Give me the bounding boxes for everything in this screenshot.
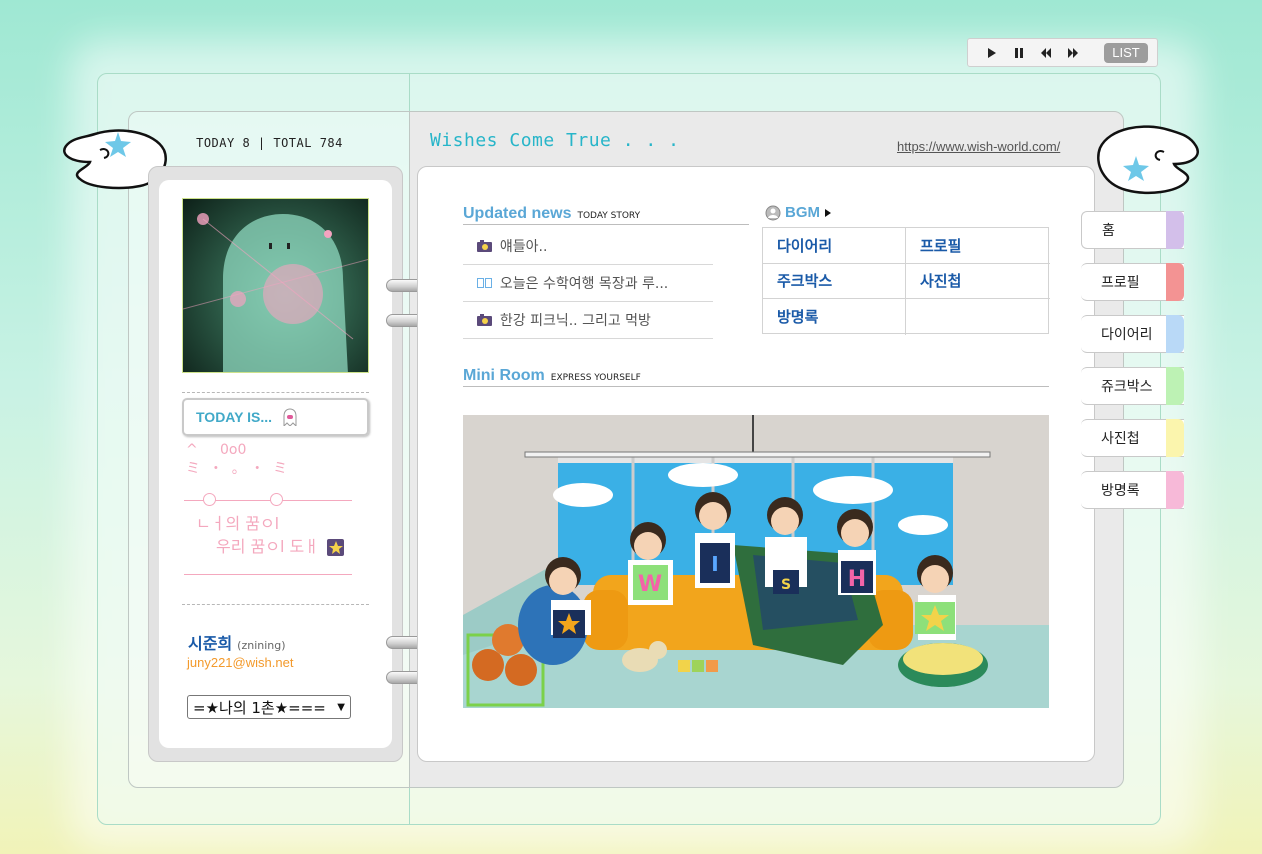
- next-button[interactable]: [1059, 43, 1086, 63]
- pause-icon: [1014, 47, 1023, 58]
- menu-profile[interactable]: 프로필: [906, 228, 1050, 264]
- play-button[interactable]: [978, 43, 1005, 63]
- tab-photo-album[interactable]: 사진첩: [1081, 419, 1184, 457]
- camera-icon: [477, 240, 492, 252]
- profile-message-line-2: 우리 꿈ㅇl 도ㅐ: [216, 537, 319, 556]
- menu-photo-album[interactable]: 사진첩: [906, 264, 1050, 300]
- updated-news-header: Updated news TODAY STORY: [463, 205, 749, 225]
- tab-diary[interactable]: 다이어리: [1081, 315, 1184, 353]
- homepage-title: Wishes Come True . . .: [430, 130, 680, 151]
- rewind-icon: [1040, 47, 1051, 58]
- tab-color-swatch: [1166, 315, 1184, 353]
- tab-diary-label: 다이어리: [1101, 327, 1153, 343]
- music-player: LIST: [967, 38, 1158, 67]
- tab-guestbook-label: 방명록: [1101, 483, 1140, 499]
- bgm-button[interactable]: BGM: [765, 204, 832, 221]
- camera-icon: [477, 314, 492, 326]
- menu-empty: [906, 299, 1050, 335]
- ghost-illustration: [183, 213, 368, 372]
- chevron-down-icon: ▼: [337, 701, 345, 713]
- profile-divider: [182, 392, 369, 393]
- news-item[interactable]: 얘들아..: [463, 228, 713, 265]
- ilchon-select[interactable]: =★나의 1촌★=== ▼: [187, 695, 351, 719]
- tab-profile[interactable]: 프로필: [1081, 263, 1184, 301]
- tab-jukebox-label: 쥬크박스: [1101, 379, 1153, 395]
- playlist-button[interactable]: LIST: [1104, 42, 1148, 63]
- character-4: S: [765, 497, 807, 594]
- menu-diary[interactable]: 다이어리: [763, 228, 906, 264]
- today-is-label: TODAY IS...: [196, 409, 272, 425]
- deco-circle: [203, 493, 216, 506]
- mini-room-title: Mini Room: [463, 367, 545, 384]
- fast-forward-icon: [1067, 47, 1078, 58]
- letter-w: W: [638, 572, 662, 597]
- bgm-disc-icon: [765, 205, 781, 220]
- character-5: H: [837, 509, 876, 595]
- menu-guestbook[interactable]: 방명록: [763, 299, 906, 335]
- visitor-counter: TODAY 8 | TOTAL 784: [196, 136, 343, 150]
- homepage-url[interactable]: https://www.wish-world.com/: [897, 139, 1060, 154]
- profile-divider: [182, 604, 369, 605]
- today-is-box: TODAY IS...: [182, 398, 369, 436]
- tab-color-swatch: [1166, 367, 1184, 405]
- menu-grid: 다이어리 프로필 주크박스 사진첩 방명록: [762, 227, 1050, 335]
- tab-color-swatch: [1166, 211, 1184, 249]
- updated-news-title: Updated news: [463, 205, 572, 222]
- deco-rule: [184, 574, 352, 575]
- tab-color-swatch: [1166, 419, 1184, 457]
- ilchon-select-value: =★나의 1촌★===: [193, 698, 326, 717]
- character-6: [915, 555, 956, 640]
- profile-message-line-1: ㄴㅓ의 꿈ㅇl: [196, 514, 280, 533]
- letter-i: I: [711, 552, 718, 576]
- tab-color-swatch: [1166, 471, 1184, 509]
- bgm-label: BGM: [785, 204, 820, 221]
- news-item-text: 오늘은 수학여행 목장과 루...: [499, 276, 669, 292]
- emoticon-line-1: ^ 0o0: [186, 442, 247, 458]
- news-item-text: 한강 피크닉.. 그리고 먹방: [499, 313, 651, 329]
- mini-room-image[interactable]: W I S H: [463, 415, 1049, 708]
- news-item-text: 얘들아..: [499, 239, 548, 255]
- tab-home[interactable]: 홈: [1081, 211, 1184, 249]
- profile-emoticon: ^ 0o0 ミ ・ 。 ・ ミ: [186, 441, 356, 479]
- owner-email[interactable]: juny221@wish.net: [187, 655, 293, 670]
- tab-profile-label: 프로필: [1101, 275, 1140, 291]
- mini-room-header: Mini Room EXPRESS YOURSELF: [463, 367, 1049, 387]
- mini-room-subtitle: EXPRESS YOURSELF: [550, 373, 641, 383]
- character-3: I: [695, 492, 735, 588]
- mini-room-illustration: W I S H: [463, 415, 1049, 708]
- book-icon: [477, 278, 492, 288]
- news-item[interactable]: 오늘은 수학여행 목장과 루...: [463, 265, 713, 302]
- tab-guestbook[interactable]: 방명록: [1081, 471, 1184, 509]
- owner-name[interactable]: 시준희: [188, 630, 232, 654]
- tab-jukebox[interactable]: 쥬크박스: [1081, 367, 1184, 405]
- owner-info: 시준희 (znining): [188, 630, 286, 654]
- tab-photo-album-label: 사진첩: [1101, 431, 1140, 447]
- previous-button[interactable]: [1032, 43, 1059, 63]
- emoticon-line-2: ミ ・ 。 ・ ミ: [186, 461, 288, 477]
- letter-s: S: [781, 577, 791, 593]
- tab-home-label: 홈: [1102, 223, 1115, 239]
- news-item[interactable]: 한강 피크닉.. 그리고 먹방: [463, 302, 713, 339]
- profile-image: [182, 198, 369, 373]
- right-wing-icon: [1097, 125, 1199, 195]
- pause-button[interactable]: [1005, 43, 1032, 63]
- play-icon: [987, 47, 996, 58]
- updated-news-subtitle: TODAY STORY: [577, 211, 641, 221]
- deco-circle: [270, 493, 283, 506]
- star-sticker-icon: [327, 539, 344, 556]
- ghost-mood-icon: [283, 408, 297, 426]
- owner-id: (znining): [237, 639, 286, 652]
- letter-h: H: [848, 567, 866, 592]
- menu-jukebox[interactable]: 주크박스: [763, 263, 906, 300]
- play-small-icon: [825, 208, 831, 217]
- tab-color-swatch: [1166, 263, 1184, 301]
